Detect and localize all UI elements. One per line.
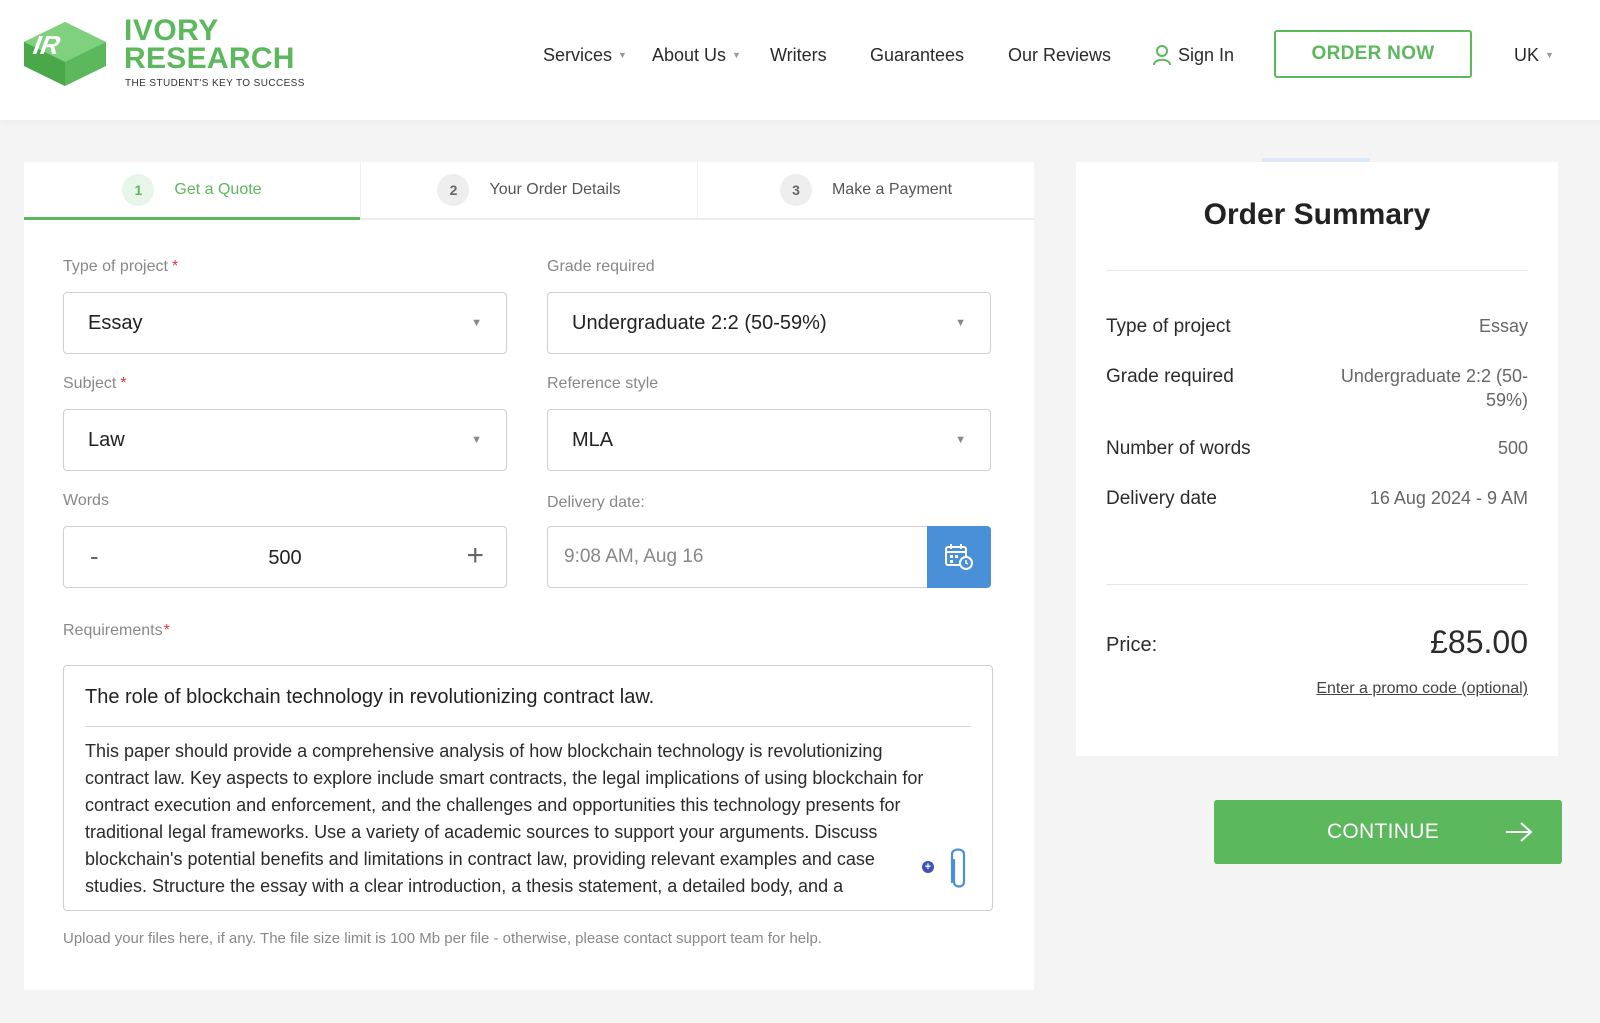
nav-signin[interactable]: Sign In xyxy=(1152,40,1234,70)
requirements-divider xyxy=(85,726,971,727)
summary-grade-label: Grade required xyxy=(1106,366,1234,387)
words-label: Words xyxy=(63,492,109,509)
caret-down-icon: ▼ xyxy=(732,50,741,60)
grade-value: Undergraduate 2:2 (50-59%) xyxy=(572,311,827,334)
order-now-button[interactable]: ORDER NOW xyxy=(1274,30,1472,78)
caret-down-icon: ▼ xyxy=(955,434,966,446)
region-selector[interactable]: UK ▼ xyxy=(1514,40,1554,70)
grade-select[interactable]: Undergraduate 2:2 (50-59%) ▼ xyxy=(547,292,991,354)
requirements-label: Requirements* xyxy=(63,622,170,640)
caret-down-icon: ▼ xyxy=(471,434,482,446)
step-number: 2 xyxy=(437,174,470,206)
brand-name-line2: RESEARCH xyxy=(124,42,295,75)
requirements-textarea[interactable]: This paper should provide a comprehensiv… xyxy=(85,738,935,900)
subject-select[interactable]: Law ▼ xyxy=(63,409,507,471)
step-number: 1 xyxy=(122,174,155,206)
project-type-select[interactable]: Essay ▼ xyxy=(63,292,507,354)
required-marker: * xyxy=(171,258,179,275)
project-type-label: Type of project * xyxy=(63,258,178,276)
nav-signin-label: Sign In xyxy=(1178,44,1235,65)
required-marker: * xyxy=(163,622,170,639)
summary-words-value: 500 xyxy=(1497,438,1528,458)
summary-grade-value: Undergraduate 2:2 (50-59%) xyxy=(1340,366,1528,410)
order-steps: 1 Get a Quote 2 Your Order Details 3 Mak… xyxy=(24,162,1034,220)
step-get-quote[interactable]: 1 Get a Quote xyxy=(24,162,361,220)
subject-label: Subject * xyxy=(63,375,127,393)
logo-mark-icon: IR xyxy=(24,22,106,86)
summary-title: Order Summary xyxy=(1203,198,1431,231)
promo-code-link[interactable]: Enter a promo code (optional) xyxy=(1316,680,1528,698)
price-label: Price: xyxy=(1106,634,1158,656)
price-value: £85.00 xyxy=(1430,624,1528,660)
nav-guarantees[interactable]: Guarantees xyxy=(870,40,964,70)
summary-divider xyxy=(1106,270,1528,271)
site-header: IR IVORY RESEARCH THE STUDENT'S KEY TO S… xyxy=(0,0,1600,120)
step-number: 3 xyxy=(779,174,812,206)
nav-reviews[interactable]: Our Reviews xyxy=(1008,40,1111,70)
arrow-right-icon xyxy=(1506,822,1533,842)
caret-down-icon: ▼ xyxy=(955,317,966,329)
increment-button[interactable]: + xyxy=(466,539,484,573)
brand-logo[interactable]: IR IVORY RESEARCH THE STUDENT'S KEY TO S… xyxy=(22,16,312,96)
calendar-clock-icon xyxy=(945,544,973,570)
step-label: Your Order Details xyxy=(489,181,621,198)
order-summary-card: Order Summary Type of project Essay Grad… xyxy=(1076,162,1558,756)
words-stepper: - 500 + xyxy=(63,526,507,588)
summary-delivery-label: Delivery date xyxy=(1106,488,1217,509)
nav-about-label: About Us xyxy=(652,44,727,65)
subject-value: Law xyxy=(88,428,125,451)
delivery-date-label: Delivery date: xyxy=(547,494,645,511)
continue-button[interactable]: CONTINUE xyxy=(1214,800,1562,864)
nav-about[interactable]: About Us ▼ xyxy=(652,40,741,70)
reference-style-value: MLA xyxy=(572,428,614,451)
step-label: Make a Payment xyxy=(831,181,953,198)
words-value[interactable]: 500 xyxy=(64,547,506,570)
reference-style-select[interactable]: MLA ▼ xyxy=(547,409,991,471)
paperclip-icon[interactable] xyxy=(946,846,972,894)
caret-down-icon: ▼ xyxy=(618,50,627,60)
summary-delivery-value: 16 Aug 2024 - 9 AM xyxy=(1369,488,1528,508)
caret-down-icon: ▼ xyxy=(1545,50,1554,60)
summary-project-value: Essay xyxy=(1478,316,1528,336)
requirements-title-input[interactable]: The role of blockchain technology in rev… xyxy=(85,686,654,709)
subject-label-text: Subject xyxy=(63,375,117,392)
date-picker-button[interactable] xyxy=(927,526,991,588)
requirements-label-text: Requirements xyxy=(63,622,163,639)
plus-circle-icon[interactable]: + xyxy=(922,861,934,873)
step-order-details[interactable]: 2 Your Order Details xyxy=(361,162,698,218)
nav-writers[interactable]: Writers xyxy=(770,40,827,70)
nav-services-label: Services xyxy=(543,44,613,65)
project-type-value: Essay xyxy=(88,311,143,334)
required-marker: * xyxy=(120,375,127,392)
summary-words-label: Number of words xyxy=(1106,438,1251,459)
quote-form-card: 1 Get a Quote 2 Your Order Details 3 Mak… xyxy=(24,162,1034,990)
summary-project-label: Type of project xyxy=(1106,316,1231,337)
reference-style-label: Reference style xyxy=(547,375,659,392)
project-type-label-text: Type of project xyxy=(63,258,168,275)
grade-label: Grade required xyxy=(547,258,655,275)
step-label: Get a Quote xyxy=(174,181,262,198)
upload-note: Upload your files here, if any. The file… xyxy=(63,930,822,947)
summary-divider xyxy=(1106,584,1528,585)
user-icon xyxy=(1153,45,1171,66)
region-label: UK xyxy=(1514,44,1540,65)
delivery-date-input[interactable]: 9:08 AM, Aug 16 xyxy=(547,526,927,588)
brand-tagline: THE STUDENT'S KEY TO SUCCESS xyxy=(125,78,305,89)
nav-services[interactable]: Services ▼ xyxy=(543,40,627,70)
caret-down-icon: ▼ xyxy=(471,317,482,329)
step-make-payment[interactable]: 3 Make a Payment xyxy=(698,162,1034,218)
requirements-field[interactable]: The role of blockchain technology in rev… xyxy=(63,665,993,911)
